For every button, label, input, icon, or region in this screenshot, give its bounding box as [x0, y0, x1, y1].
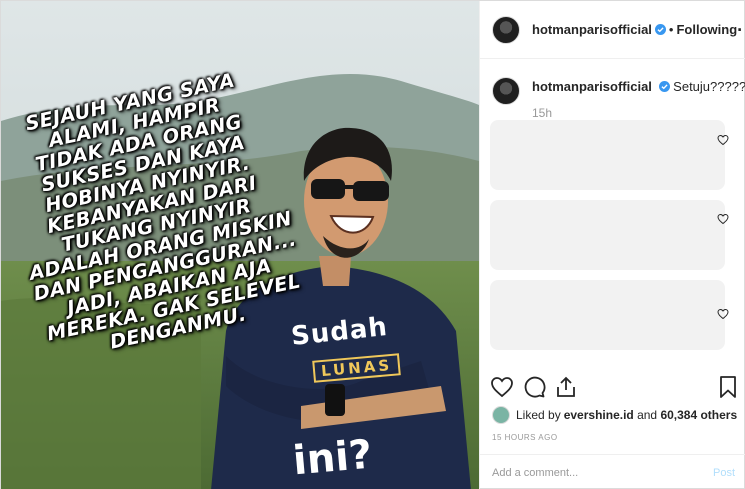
comment-input[interactable]: [492, 466, 692, 479]
shirt-text-bottom: ini?: [291, 431, 374, 485]
caption-time[interactable]: 15h: [532, 106, 552, 120]
post-sidebar: hotmanparisofficial • Following ··· hotm…: [479, 1, 745, 489]
likes-count[interactable]: 60,384 others: [660, 408, 737, 422]
post-timestamp[interactable]: 15 HOURS AGO: [492, 433, 558, 442]
caption-row: hotmanparisofficial Setuju?????: [492, 77, 745, 105]
post-image[interactable]: SEJAUH YANG SAYA ALAMI, HAMPIR TIDAK ADA…: [1, 1, 479, 489]
comment-form: Post: [480, 454, 745, 489]
comment-like-heart-icon[interactable]: [717, 213, 729, 225]
hidden-comment-1: [490, 120, 725, 190]
post-comment-button[interactable]: Post: [713, 467, 735, 479]
bookmark-icon[interactable]: [716, 375, 740, 399]
instagram-post-modal: SEJAUH YANG SAYA ALAMI, HAMPIR TIDAK ADA…: [0, 0, 745, 489]
likes-prefix: Liked by: [516, 408, 561, 422]
caption-body: Setuju?????: [673, 79, 745, 94]
post-header: hotmanparisofficial • Following ···: [480, 1, 745, 59]
liker-username[interactable]: evershine.id: [564, 408, 634, 422]
share-icon[interactable]: [554, 375, 578, 399]
caption-avatar[interactable]: [492, 77, 520, 105]
verified-badge-icon: [654, 24, 666, 35]
comment-bubble-icon[interactable]: [522, 375, 546, 399]
like-heart-icon[interactable]: [490, 375, 514, 399]
verified-badge-icon: [658, 81, 670, 92]
comment-like-heart-icon[interactable]: [717, 308, 729, 320]
comments-area: hotmanparisofficial Setuju????? 15h: [480, 60, 745, 370]
header-username[interactable]: hotmanparisofficial: [532, 22, 652, 37]
likes-summary: Liked by evershine.id and 60,384 others: [492, 406, 737, 424]
header-user-block: hotmanparisofficial • Following: [532, 22, 737, 37]
avatar[interactable]: [492, 15, 520, 44]
hidden-comment-2: [490, 200, 725, 270]
caption-text: hotmanparisofficial Setuju?????: [532, 78, 745, 105]
comment-like-heart-icon[interactable]: [717, 134, 729, 146]
following-button[interactable]: Following: [676, 22, 737, 37]
header-separator: •: [668, 22, 674, 37]
hidden-comment-3: [490, 280, 725, 350]
likes-middle: and: [633, 408, 661, 422]
post-actions-bar: [480, 371, 745, 403]
caption-username[interactable]: hotmanparisofficial: [532, 79, 652, 94]
more-options-icon[interactable]: ···: [737, 21, 745, 39]
liker-avatar[interactable]: [492, 406, 510, 424]
